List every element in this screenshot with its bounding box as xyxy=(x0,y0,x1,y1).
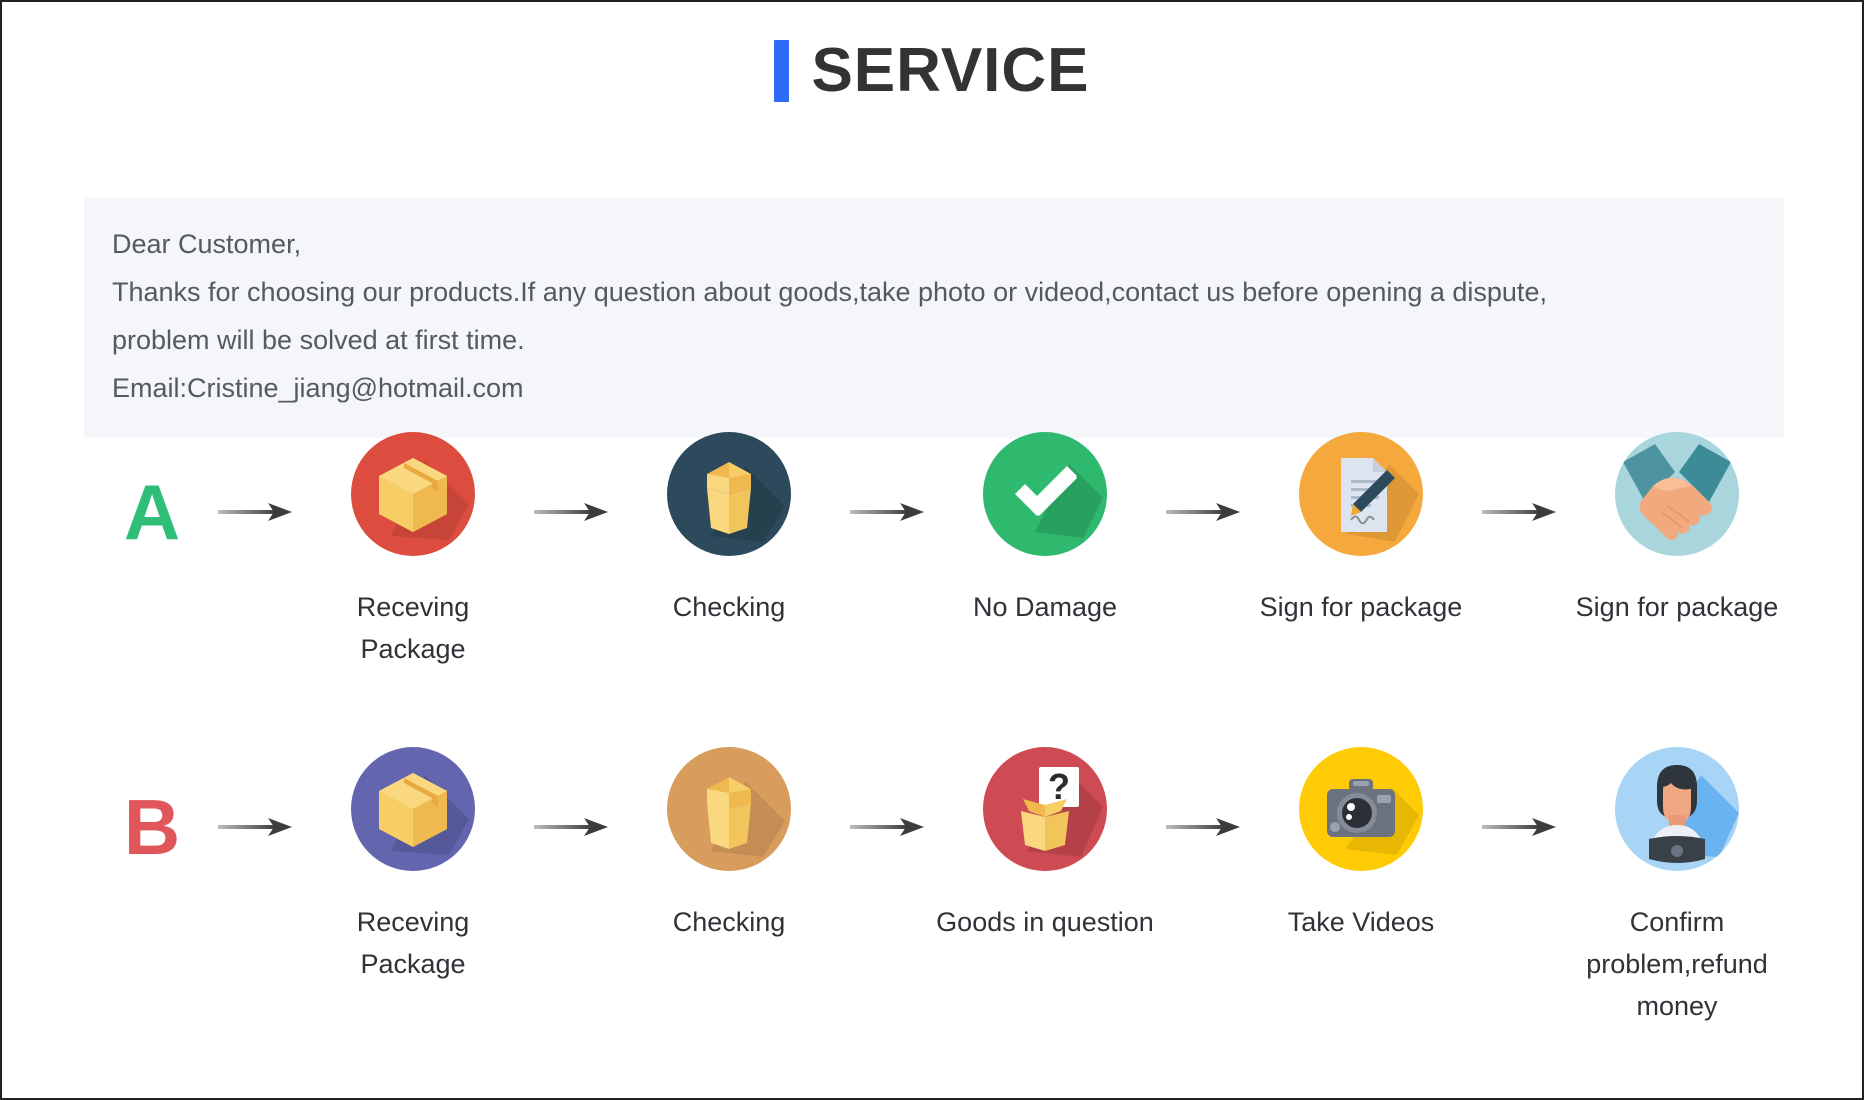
arrow-b-0 xyxy=(207,747,303,907)
flow-row-b: B Receving Package Checking ? Goods in q… xyxy=(97,747,1787,1027)
step-b-5[interactable]: Confirm problem,refund money xyxy=(1567,747,1787,1027)
arrow-b-1 xyxy=(523,747,619,907)
notice-line-2: Thanks for choosing our products.If any … xyxy=(112,277,1547,307)
step-b-4-label: Take Videos xyxy=(1287,907,1435,937)
arrow-right-icon xyxy=(850,818,924,836)
step-a-1[interactable]: Receving Package xyxy=(303,432,523,670)
step-a-3[interactable]: No Damage xyxy=(935,432,1155,628)
flow-b-letter: B xyxy=(97,747,207,907)
step-b-2-label: Checking xyxy=(672,907,786,937)
document-pen-icon xyxy=(1299,432,1423,556)
step-b-2[interactable]: Checking xyxy=(619,747,839,943)
flow-b-letter-text: B xyxy=(123,783,181,871)
title-accent-bar xyxy=(774,40,790,102)
step-a-2[interactable]: Checking xyxy=(619,432,839,628)
page-title-text: SERVICE xyxy=(811,36,1090,105)
arrow-a-4 xyxy=(1471,432,1567,592)
arrow-right-icon xyxy=(1166,503,1240,521)
step-b-1[interactable]: Receving Package xyxy=(303,747,523,985)
arrow-b-2 xyxy=(839,747,935,907)
svg-text:?: ? xyxy=(1048,766,1070,807)
step-b-4[interactable]: Take Videos xyxy=(1251,747,1471,943)
step-b-3[interactable]: ? Goods in question xyxy=(935,747,1155,943)
step-b-3-label: Goods in question xyxy=(936,907,1154,937)
arrow-a-3 xyxy=(1155,432,1251,592)
arrow-right-icon xyxy=(534,818,608,836)
arrow-b-4 xyxy=(1471,747,1567,907)
step-a-5-label: Sign for package xyxy=(1575,592,1779,622)
arrow-a-2 xyxy=(839,432,935,592)
arrow-a-1 xyxy=(523,432,619,592)
step-a-1-label: Receving Package xyxy=(356,592,470,664)
handshake-icon xyxy=(1615,432,1739,556)
customer-notice-box: Dear Customer, Thanks for choosing our p… xyxy=(84,198,1784,438)
checkmark-icon xyxy=(983,432,1107,556)
step-a-3-label: No Damage xyxy=(972,592,1118,622)
arrow-right-icon xyxy=(534,503,608,521)
arrow-b-3 xyxy=(1155,747,1251,907)
arrow-right-icon xyxy=(1482,818,1556,836)
arrow-a-0 xyxy=(207,432,303,592)
flow-row-a: A Receving Package Checking No Damage Si… xyxy=(97,432,1787,670)
step-b-5-label: Confirm problem,refund money xyxy=(1586,907,1768,1021)
arrow-right-icon xyxy=(218,503,292,521)
notice-line-4: Email:Cristine_jiang@hotmail.com xyxy=(112,373,524,403)
arrow-right-icon xyxy=(1166,818,1240,836)
closed-box-icon xyxy=(351,432,475,556)
flow-a-letter-text: A xyxy=(123,468,181,556)
arrow-right-icon xyxy=(850,503,924,521)
arrow-right-icon xyxy=(218,818,292,836)
notice-line-3: problem will be solved at first time. xyxy=(112,325,525,355)
flow-a-letter: A xyxy=(97,432,207,592)
step-a-4-label: Sign for package xyxy=(1259,592,1463,622)
page-title: SERVICE xyxy=(2,2,1862,102)
support-person-icon xyxy=(1615,747,1739,871)
open-box-icon xyxy=(667,747,791,871)
step-b-1-label: Receving Package xyxy=(356,907,470,979)
notice-line-1: Dear Customer, xyxy=(112,229,302,259)
step-a-5[interactable]: Sign for package xyxy=(1567,432,1787,628)
question-box-icon: ? xyxy=(983,747,1107,871)
camera-icon xyxy=(1299,747,1423,871)
open-box-icon xyxy=(667,432,791,556)
arrow-right-icon xyxy=(1482,503,1556,521)
service-page: SERVICE Dear Customer, Thanks for choosi… xyxy=(0,0,1864,1100)
step-a-2-label: Checking xyxy=(672,592,786,622)
step-a-4[interactable]: Sign for package xyxy=(1251,432,1471,628)
closed-box-icon xyxy=(351,747,475,871)
